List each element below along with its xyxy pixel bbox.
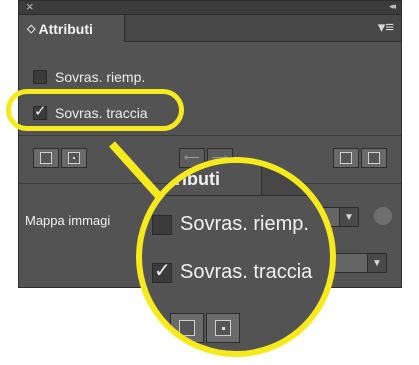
magnified-overprint-fill-row: Sovras. riemp. [152,213,309,236]
panel-menu-icon[interactable]: ▾≡ [378,18,394,36]
overprint-fill-checkbox[interactable] [33,70,47,84]
tab-bar: ◇ Attributi ▾≡ [19,15,401,42]
magnified-tab-bar: Attributi [142,163,330,196]
overlap-squares-icon [340,152,352,164]
image-map-label: Mappa immagi [25,213,111,228]
overprint-fill-row[interactable]: Sovras. riemp. [33,69,145,85]
magnified-square-button [170,313,204,343]
show-center-on-button[interactable] [61,148,87,168]
overprint-fill-label: Sovras. riemp. [55,69,146,85]
magnified-tab-attributes: Attributi [142,163,262,195]
close-icon[interactable]: × [26,0,34,14]
tab-label: Attributi [38,20,93,37]
highlight-callout [6,89,184,131]
magnified-square-dot-button [206,313,240,343]
magnified-overprint-stroke-row: Sovras. traccia [152,258,313,284]
collapse-icon[interactable]: ◂◂ [389,1,396,12]
square-dot-icon [215,320,231,336]
chevron-down-icon[interactable]: ▼ [367,254,386,272]
chevron-down-icon[interactable]: ▼ [339,208,358,226]
magnified-stroke-checkbox [152,258,172,283]
magnifier-callout: Attributi Sovras. riemp. Sovras. traccia [136,157,336,357]
magnified-fill-checkbox [152,214,172,235]
expand-arrows-icon[interactable]: ◇ [27,22,35,35]
square-icon [40,152,52,164]
globe-icon[interactable] [374,207,392,225]
fill-rule-evenodd-button[interactable] [361,148,387,168]
square-dot-icon [68,152,80,164]
tab-attributes[interactable]: ◇ Attributi [19,15,125,42]
magnified-fill-label: Sovras. riemp. [180,213,309,235]
magnified-stroke-label: Sovras. traccia [180,261,313,283]
magnified-tab-label: Attributi [150,168,220,189]
nested-squares-icon [368,152,380,164]
square-icon [179,320,195,336]
show-center-off-button[interactable] [33,148,59,168]
panel-titlebar: × ◂◂ [19,0,401,15]
divider [19,135,401,136]
fill-rule-nonzero-button[interactable] [333,148,359,168]
